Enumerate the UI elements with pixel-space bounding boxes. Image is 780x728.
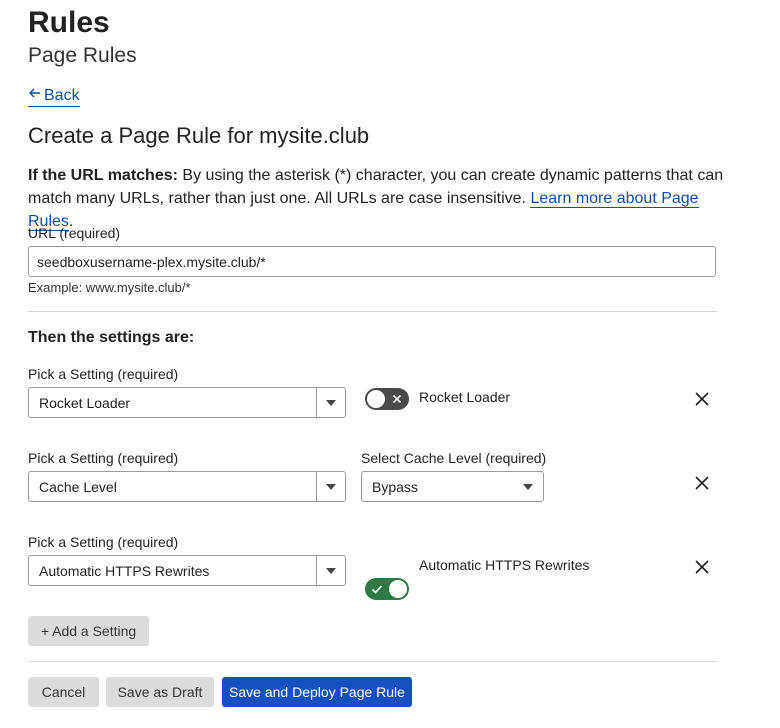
page-title: Rules	[28, 6, 110, 39]
pick-setting-label: Pick a Setting (required)	[28, 450, 179, 466]
setting-select-rocket-loader[interactable]: Rocket Loader	[28, 387, 346, 418]
remove-setting-close-icon[interactable]	[694, 391, 710, 407]
url-label: URL (required)	[28, 225, 121, 241]
url-input[interactable]	[28, 246, 716, 277]
add-setting-button[interactable]: + Add a Setting	[28, 616, 149, 646]
back-link[interactable]: Back	[28, 86, 80, 107]
url-example: Example: www.mysite.club/*	[28, 280, 191, 295]
setting-select-https-rewrites[interactable]: Automatic HTTPS Rewrites	[28, 555, 346, 586]
chevron-down-icon	[316, 556, 345, 585]
pick-setting-label: Pick a Setting (required)	[28, 366, 179, 382]
divider	[28, 661, 717, 662]
save-deploy-button[interactable]: Save and Deploy Page Rule	[222, 677, 412, 707]
setting-select-cache-level[interactable]: Cache Level	[28, 471, 346, 502]
page-subtitle: Page Rules	[28, 44, 137, 67]
x-icon	[390, 392, 404, 406]
https-rewrites-toggle-label: Automatic HTTPS Rewrites	[419, 557, 590, 573]
pick-setting-label: Pick a Setting (required)	[28, 534, 179, 550]
rocket-loader-toggle-label: Rocket Loader	[419, 389, 511, 405]
divider	[28, 311, 717, 312]
rocket-loader-toggle[interactable]	[365, 388, 409, 410]
back-label: Back	[44, 86, 80, 104]
cache-level-label: Select Cache Level (required)	[361, 450, 547, 466]
cancel-button[interactable]: Cancel	[28, 677, 99, 707]
setting-select-value: Automatic HTTPS Rewrites	[39, 562, 210, 579]
setting-select-value: Cache Level	[39, 478, 117, 495]
cache-level-select[interactable]: Bypass	[361, 471, 544, 502]
settings-heading: Then the settings are:	[28, 329, 195, 346]
save-draft-button[interactable]: Save as Draft	[106, 677, 214, 707]
chevron-down-icon	[316, 472, 345, 501]
desc-bold: If the URL matches:	[28, 167, 178, 184]
form-title: Create a Page Rule for mysite.club	[28, 123, 370, 148]
remove-setting-close-icon[interactable]	[694, 475, 710, 491]
chevron-down-icon	[523, 483, 533, 490]
remove-setting-close-icon[interactable]	[694, 559, 710, 575]
setting-select-value: Rocket Loader	[39, 394, 131, 411]
cache-level-value: Bypass	[372, 478, 418, 495]
https-rewrites-toggle[interactable]	[365, 578, 409, 600]
check-icon	[370, 582, 384, 596]
chevron-down-icon	[316, 388, 345, 417]
url-description: If the URL matches: By using the asteris…	[28, 164, 728, 233]
arrow-left-icon	[28, 86, 42, 105]
